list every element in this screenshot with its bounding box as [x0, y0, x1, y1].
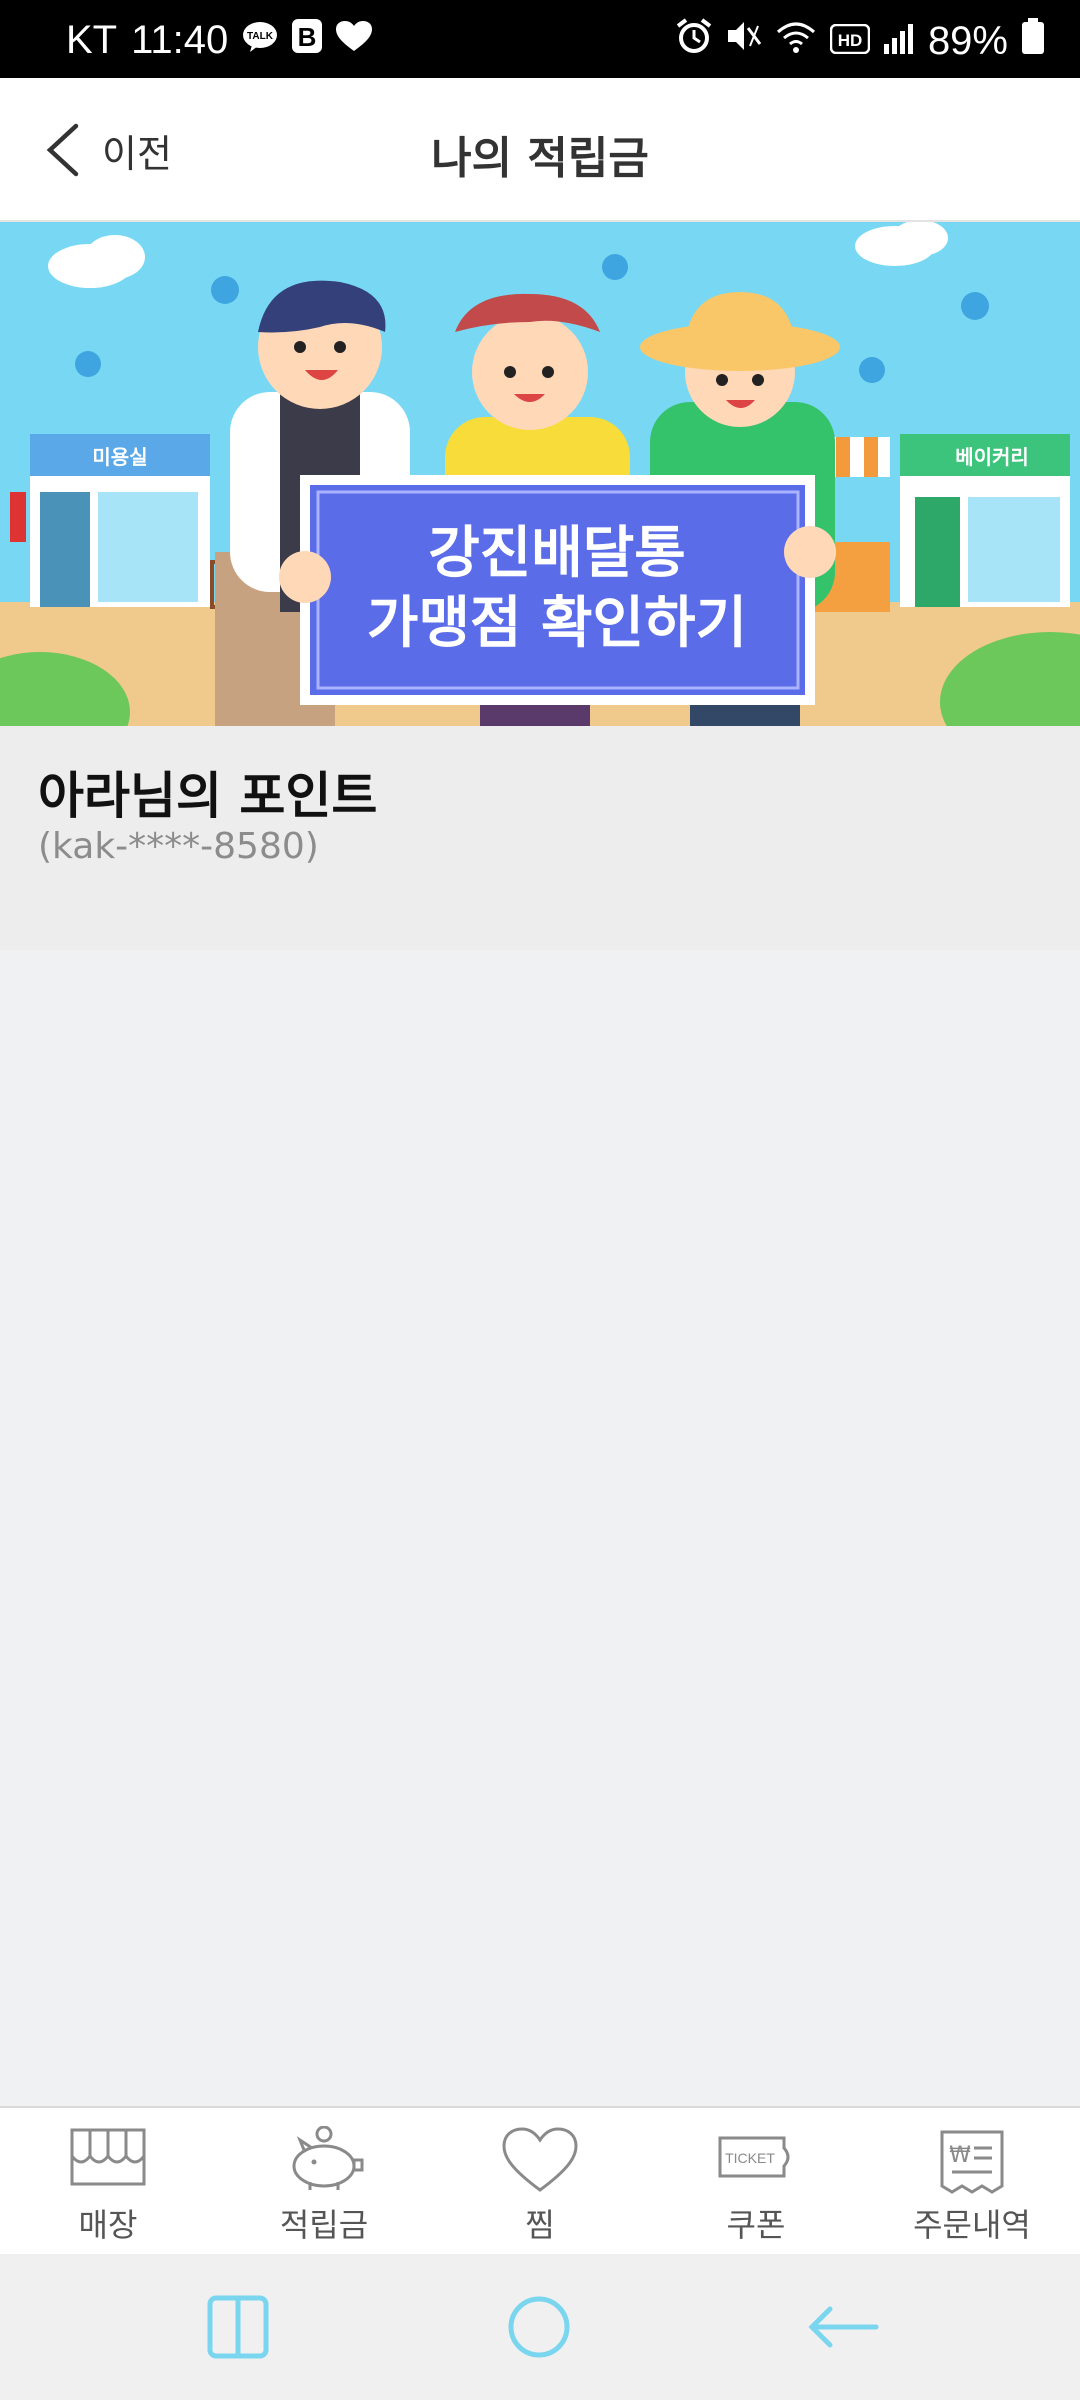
- bottom-tab-bar: 매장 적립금 찜 TICKET 쿠폰 ₩ 주문내역: [0, 2106, 1080, 2256]
- tab-label: 적립금: [279, 2206, 369, 2244]
- status-bar: KT 11:40 TALK B HD 89%: [0, 0, 1080, 78]
- tab-label: 주문내역: [913, 2206, 1031, 2244]
- heart-icon: [336, 18, 373, 63]
- wifi-icon: [776, 19, 816, 64]
- hd-icon: HD: [829, 19, 871, 64]
- tab-label: 찜: [525, 2206, 555, 2244]
- piggy-bank-icon: [284, 2125, 364, 2198]
- tab-coupon[interactable]: TICKET 쿠폰: [648, 2108, 864, 2256]
- system-nav-bar: [0, 2254, 1080, 2400]
- tab-store[interactable]: 매장: [0, 2108, 216, 2256]
- recent-apps-button[interactable]: [206, 2294, 270, 2364]
- signal-icon: [883, 19, 914, 64]
- tab-favorites[interactable]: 찜: [432, 2108, 648, 2256]
- talk-icon: TALK: [242, 18, 278, 63]
- b-icon: B: [292, 18, 323, 63]
- banner-illustration: 미용실 cafe 베이커리: [0, 222, 1080, 726]
- ticket-icon: TICKET: [716, 2126, 796, 2192]
- tab-label: 매장: [78, 2206, 138, 2244]
- battery-percent: 89%: [927, 18, 1008, 63]
- mute-icon: [726, 18, 762, 64]
- back-arrow-icon: [808, 2306, 879, 2348]
- points-owner-title: 아라님의 포인트: [38, 767, 378, 825]
- system-back-button[interactable]: [806, 2294, 880, 2364]
- recent-apps-icon: [207, 2295, 269, 2359]
- page-title: 나의 적립금: [431, 133, 649, 184]
- points-account-id: (kak-****-8580): [38, 826, 319, 867]
- carrier: KT: [66, 18, 118, 62]
- store-icon: [68, 2126, 148, 2192]
- banner-line-1: 강진배달통: [428, 521, 686, 586]
- points-panel: 아라님의 포인트 (kak-****-8580): [0, 726, 1080, 950]
- svg-text:TALK: TALK: [247, 31, 274, 42]
- home-icon: [508, 2296, 570, 2358]
- home-button[interactable]: [506, 2294, 572, 2364]
- svg-text:B: B: [298, 22, 317, 52]
- heart-outline-icon: [500, 2126, 580, 2198]
- svg-text:HD: HD: [838, 31, 863, 50]
- svg-text:TICKET: TICKET: [725, 2150, 775, 2166]
- receipt-icon: ₩: [932, 2126, 1012, 2198]
- tab-points[interactable]: 적립금: [216, 2108, 432, 2256]
- banner-line-2: 가맹점 확인하기: [367, 591, 747, 656]
- battery-icon: [1022, 18, 1044, 64]
- franchise-banner[interactable]: 미용실 cafe 베이커리: [0, 222, 1080, 726]
- shop-right-sign: 베이커리: [955, 445, 1029, 469]
- alarm-icon: [676, 18, 712, 64]
- tab-orders[interactable]: ₩ 주문내역: [864, 2108, 1080, 2256]
- clock: 11:40: [131, 18, 229, 62]
- shop-left-sign: 미용실: [92, 445, 147, 469]
- tab-label: 쿠폰: [726, 2206, 786, 2244]
- app-header: 이전 나의 적립금: [0, 78, 1080, 222]
- svg-text:₩: ₩: [949, 2143, 971, 2168]
